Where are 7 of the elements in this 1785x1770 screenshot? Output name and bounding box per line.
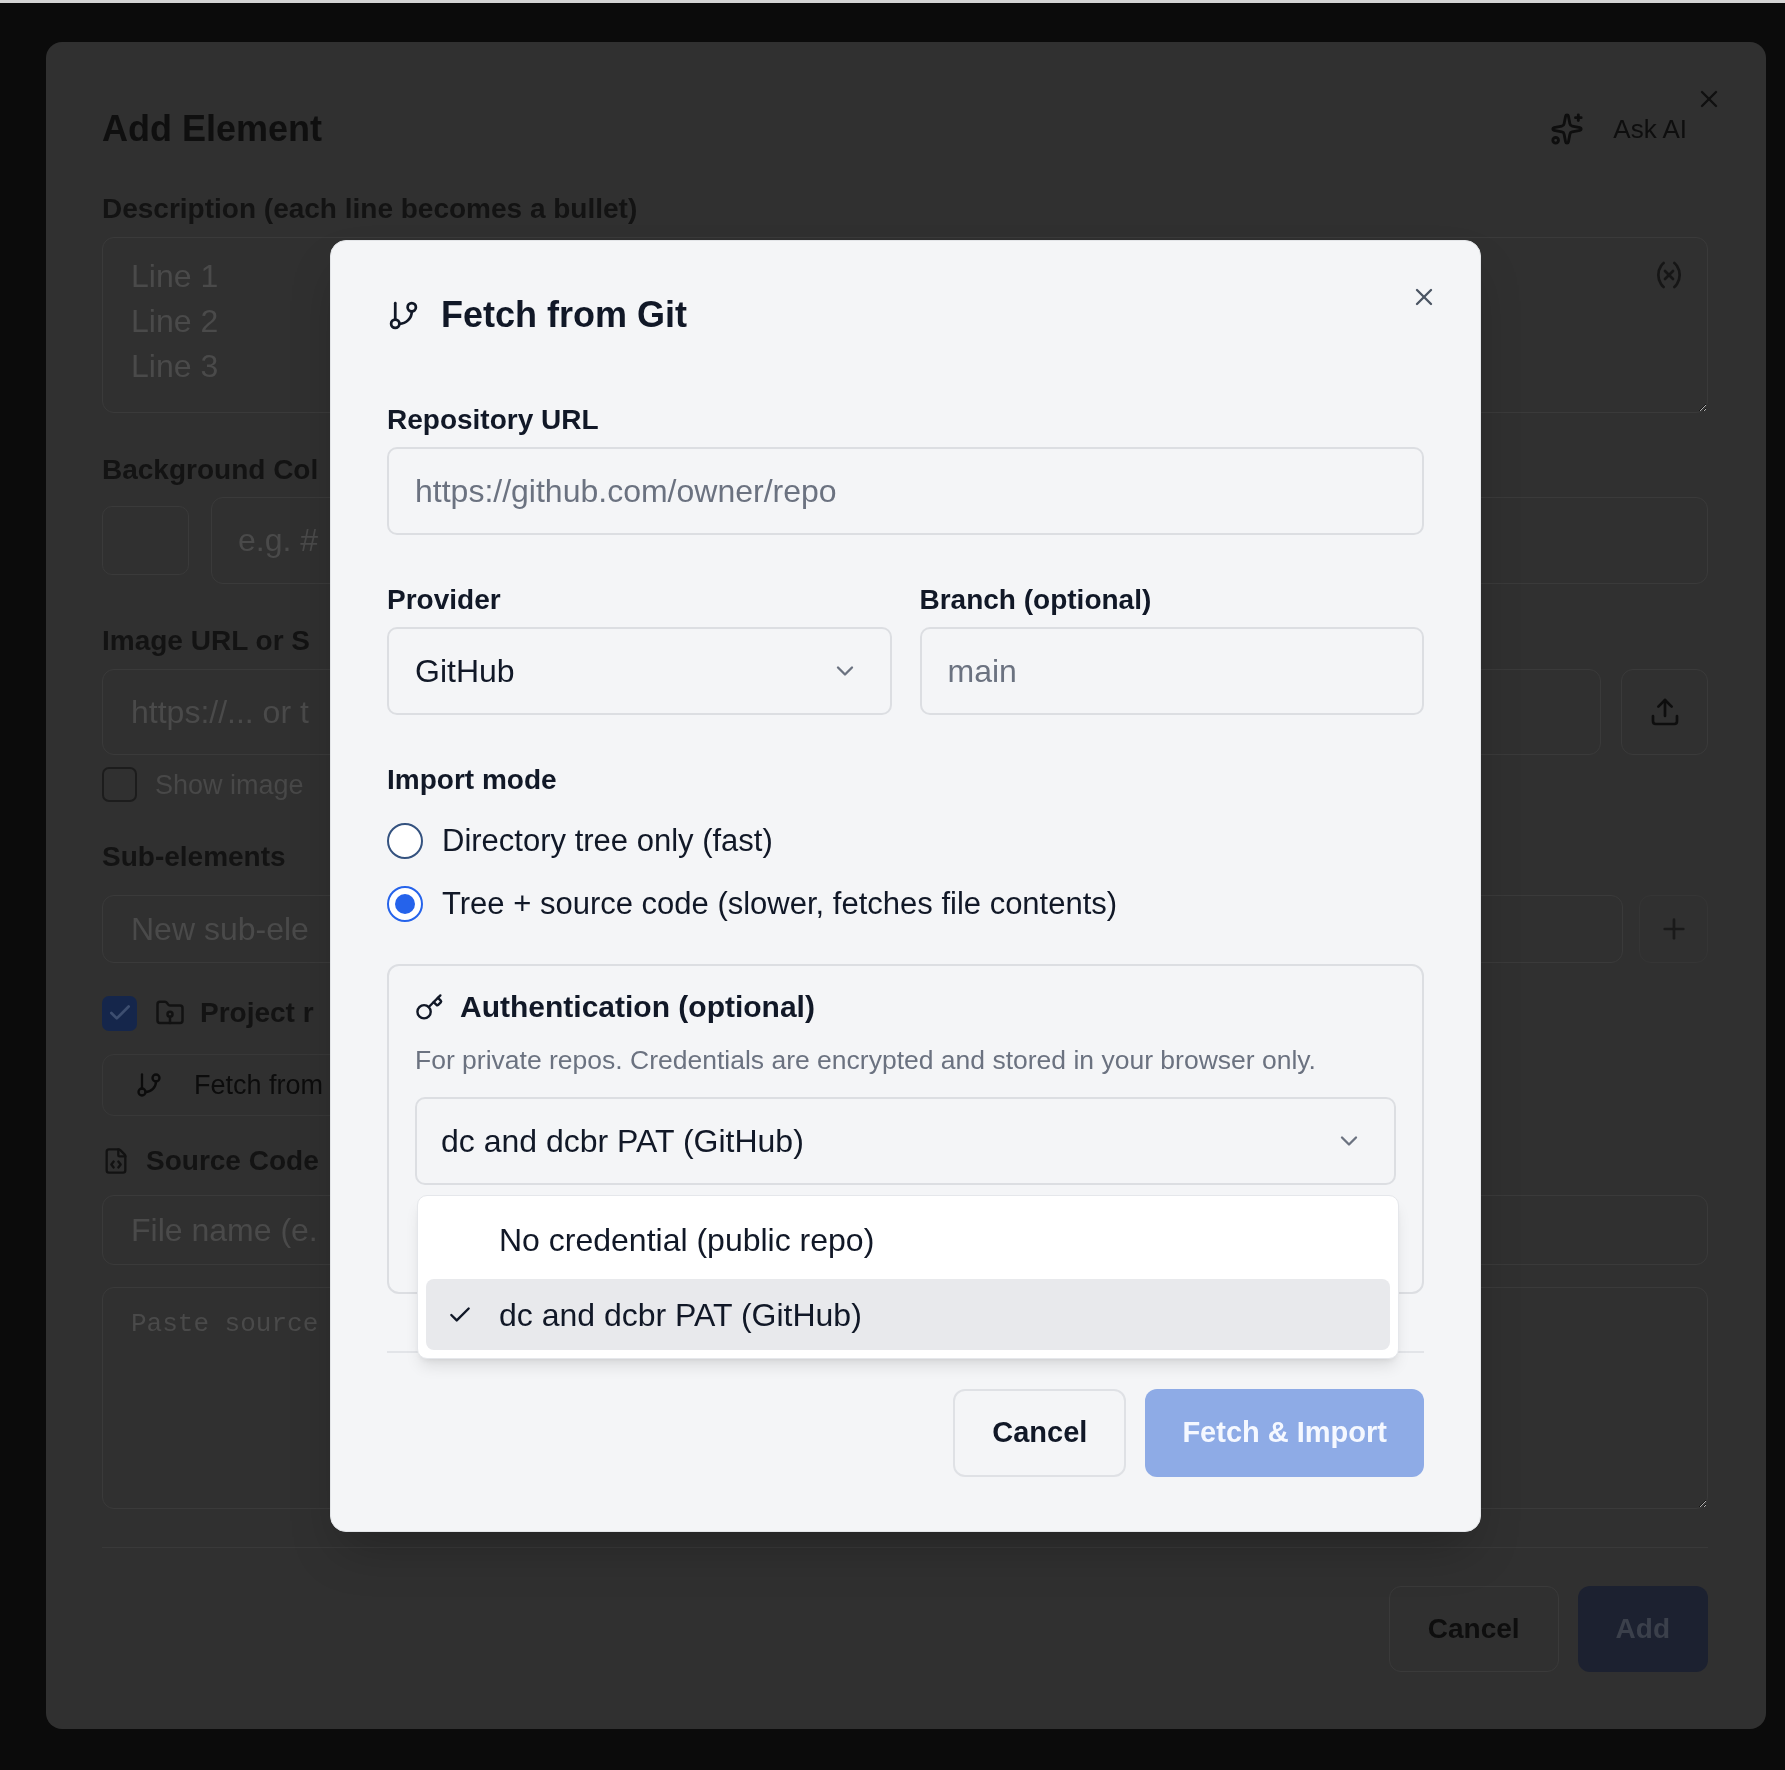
field-label: Import mode xyxy=(387,763,557,797)
field-label: Repository URL xyxy=(387,403,599,437)
dialog-title: Fetch from Git xyxy=(441,293,687,337)
field-label: Provider xyxy=(387,583,501,617)
help-text: For private repos. Credentials are encrypted and stored in your browser only. xyxy=(415,1045,1316,1075)
section-title: Authentication (optional) xyxy=(460,989,815,1025)
field-label: Branch (optional) xyxy=(919,583,1152,617)
